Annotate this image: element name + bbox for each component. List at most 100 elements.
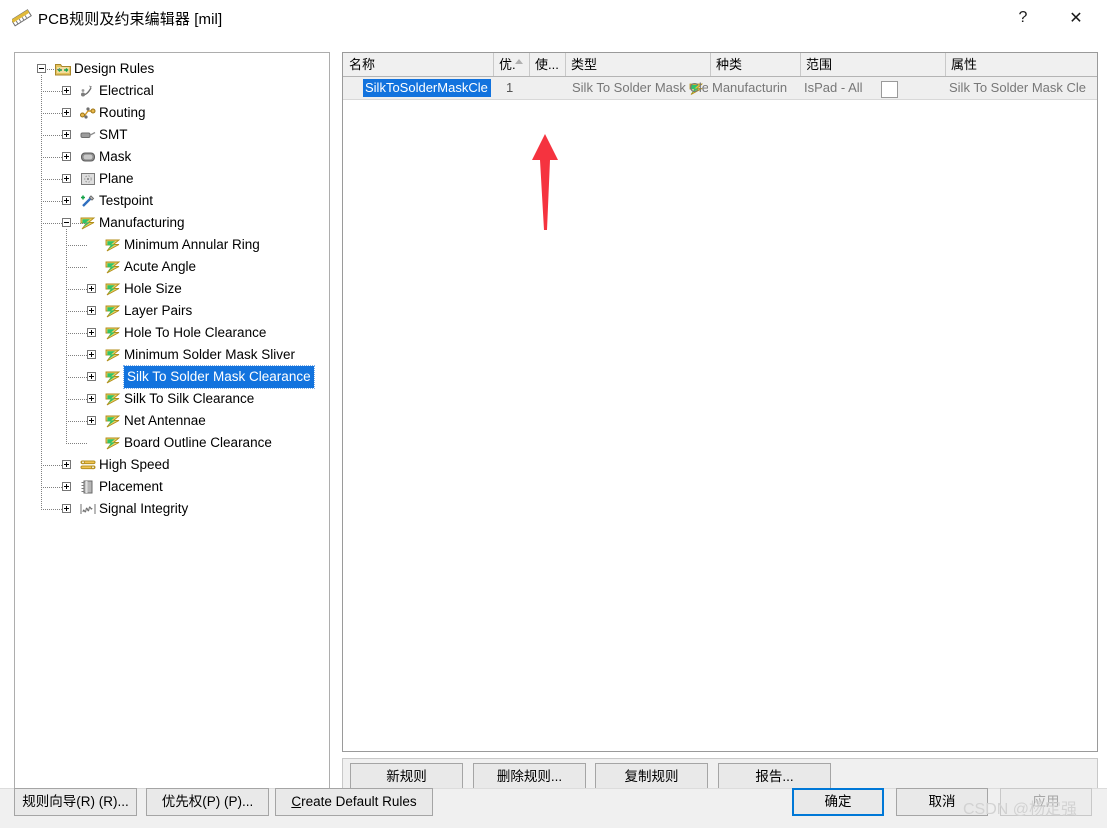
tree-item-label: Acute Angle: [124, 259, 197, 274]
tree-connector: [66, 245, 87, 246]
tree-item[interactable]: Minimum Annular Ring: [15, 234, 329, 256]
delete-rule-button[interactable]: 删除规则...: [473, 763, 586, 791]
tree-expander-plus-icon[interactable]: [62, 108, 71, 117]
routing-icon: [80, 105, 96, 121]
tree-expander-minus-icon[interactable]: [37, 64, 46, 73]
tree-item[interactable]: Design Rules: [15, 58, 329, 80]
cell-priority: 1: [506, 80, 514, 95]
tree-item[interactable]: Hole Size: [15, 278, 329, 300]
tree-item[interactable]: Routing: [15, 102, 329, 124]
tree-item[interactable]: Minimum Solder Mask Sliver: [15, 344, 329, 366]
cell-type: Silk To Solder Mask Cle: [572, 80, 708, 95]
tree-item[interactable]: Board Outline Clearance: [15, 432, 329, 454]
tree-item[interactable]: Mask: [15, 146, 329, 168]
new-rule-button[interactable]: 新规则: [350, 763, 463, 791]
tree-expander-plus-icon[interactable]: [87, 394, 96, 403]
tree-item[interactable]: Layer Pairs: [15, 300, 329, 322]
tree-expander-plus-icon[interactable]: [87, 416, 96, 425]
tree-item-label: Signal Integrity: [99, 501, 189, 516]
column-header-label: 名称: [349, 57, 376, 72]
tree-expander-plus-icon[interactable]: [62, 460, 71, 469]
tree-expander-plus-icon[interactable]: [62, 482, 71, 491]
help-button[interactable]: ?: [1000, 0, 1046, 36]
create-default-rules-button[interactable]: Create Default Rules: [275, 788, 433, 816]
tree-item-label: Minimum Annular Ring: [124, 237, 260, 252]
tree-expander-plus-icon[interactable]: [62, 152, 71, 161]
tree-expander-plus-icon[interactable]: [87, 284, 96, 293]
column-header[interactable]: 种类: [711, 53, 801, 76]
tree-item-label: Silk To Solder Mask Clearance: [123, 365, 315, 389]
tree-connector: [66, 289, 87, 290]
tree-item[interactable]: SMT: [15, 124, 329, 146]
tree-item[interactable]: High Speed: [15, 454, 329, 476]
manufacturing-icon: [105, 435, 121, 451]
tree-item-label: Hole To Hole Clearance: [124, 325, 267, 340]
tree-item[interactable]: Net Antennae: [15, 410, 329, 432]
pcb-rules-dialog: PCB规则及约束编辑器 [mil] ? ✕ Design Rules Electr…: [0, 0, 1107, 828]
tree-connector: [41, 157, 62, 158]
column-header[interactable]: 范围: [801, 53, 946, 76]
tree-expander-plus-icon[interactable]: [62, 86, 71, 95]
priorities-button[interactable]: 优先权(P) (P)...: [146, 788, 269, 816]
tree-item[interactable]: Manufacturing: [15, 212, 329, 234]
column-header[interactable]: 类型: [566, 53, 711, 76]
column-header-label: 范围: [806, 57, 833, 72]
ok-button[interactable]: 确定: [792, 788, 884, 816]
duplicate-rule-button[interactable]: 复制规则: [595, 763, 708, 791]
tree-item[interactable]: Signal Integrity: [15, 498, 329, 520]
sort-ascending-icon: [515, 59, 523, 64]
tree-item[interactable]: Plane: [15, 168, 329, 190]
tree-item-label: Net Antennae: [124, 413, 206, 428]
tree-item-label: Plane: [99, 171, 134, 186]
tree-expander-plus-icon[interactable]: [62, 130, 71, 139]
tree-connector: [41, 135, 62, 136]
cell-rule-name[interactable]: SilkToSolderMaskCle: [363, 79, 491, 97]
tree-connector: [41, 223, 62, 224]
tree-expander-plus-icon[interactable]: [87, 328, 96, 337]
placement-icon: [80, 479, 96, 495]
tree-connector: [66, 333, 87, 334]
design-rules-tree[interactable]: Design Rules Electrical Routing SMT Mask Plan…: [14, 52, 330, 800]
table-row[interactable]: SilkToSolderMaskCle 1 Silk To Solder Mas…: [343, 77, 1097, 100]
testpoint-icon: [80, 193, 96, 209]
column-header-label: 优.: [499, 57, 516, 72]
column-header[interactable]: 优.: [494, 53, 530, 76]
column-header[interactable]: 使...: [530, 53, 566, 76]
window-title: PCB规则及约束编辑器 [mil]: [38, 11, 223, 28]
column-header[interactable]: 名称: [344, 53, 494, 76]
tree-connector: [41, 75, 42, 509]
column-header[interactable]: 属性: [946, 53, 1097, 76]
csdn-watermark: CSDN @杨定强: [963, 801, 1078, 818]
tree-expander-plus-icon[interactable]: [87, 306, 96, 315]
tree-expander-minus-icon[interactable]: [62, 218, 71, 227]
tree-expander-plus-icon[interactable]: [87, 372, 96, 381]
tree-expander-plus-icon[interactable]: [62, 504, 71, 513]
tree-connector: [47, 69, 62, 70]
tree-item[interactable]: Placement: [15, 476, 329, 498]
tree-item-label: Board Outline Clearance: [124, 435, 272, 450]
tree-item[interactable]: Acute Angle: [15, 256, 329, 278]
rule-wizard-button[interactable]: 规则向导(R) (R)...: [14, 788, 137, 816]
column-header-label: 使...: [535, 57, 559, 72]
close-button[interactable]: ✕: [1053, 0, 1099, 36]
tree-connector: [41, 201, 62, 202]
tree-expander-plus-icon[interactable]: [87, 350, 96, 359]
tree-item[interactable]: Silk To Silk Clearance: [15, 388, 329, 410]
tree-item[interactable]: Silk To Solder Mask Clearance: [15, 365, 329, 389]
tree-item-label: Minimum Solder Mask Sliver: [124, 347, 296, 362]
tree-item[interactable]: Testpoint: [15, 190, 329, 212]
tree-item-label: Testpoint: [99, 193, 154, 208]
dialog-body: Design Rules Electrical Routing SMT Mask Plan…: [0, 36, 1107, 800]
tree-item-label: Design Rules: [74, 61, 155, 76]
tree-connector: [41, 465, 62, 466]
rules-grid-panel[interactable]: 名称 优. 使... 类型 种类 范围 属性 SilkToSolderMaskCle 1 S…: [342, 52, 1098, 752]
tree-item[interactable]: Electrical: [15, 80, 329, 102]
column-header-label: 类型: [571, 57, 598, 72]
title-bar: PCB规则及约束编辑器 [mil] ? ✕: [0, 0, 1107, 36]
tree-connector: [66, 267, 87, 268]
report-button[interactable]: 报告...: [718, 763, 831, 791]
tree-expander-plus-icon[interactable]: [62, 196, 71, 205]
tree-expander-plus-icon[interactable]: [62, 174, 71, 183]
tree-item[interactable]: Hole To Hole Clearance: [15, 322, 329, 344]
tree-connector: [41, 487, 62, 488]
